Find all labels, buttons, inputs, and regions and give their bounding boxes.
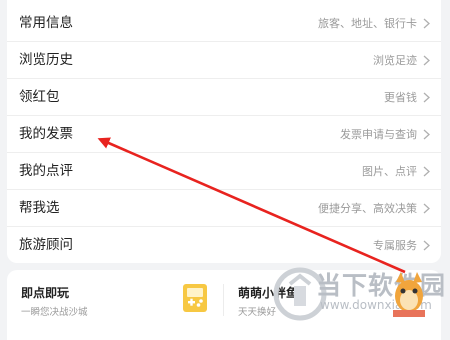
mini-game-subtitle: 一瞬您决战沙城 [21,307,88,318]
menu-item-description: 旅客、地址、银行卡 [318,17,417,30]
menu-item-my-reviews[interactable]: 我的点评 图片、点评 [7,153,441,190]
mini-game-title: 即点即玩 [21,286,70,300]
menu-item-description: 图片、点评 [362,165,417,178]
mini-game-subtitle: 天天换好 [238,307,277,318]
menu-item-my-invoices[interactable]: 我的发票 发票申请与查询 [7,116,441,153]
chevron-right-icon [423,92,430,103]
menu-item-title: 领红包 [19,89,60,105]
profile-menu-list: 常用信息 旅客、地址、银行卡 浏览历史 浏览足迹 领红包 更省钱 我的发票 发票… [7,0,441,263]
chevron-right-icon [423,203,430,214]
mini-game-instant-play[interactable]: 即点即玩 一瞬您决战沙城 [7,270,223,330]
menu-item-description: 发票申请与查询 [340,128,417,141]
menu-item-help-me-choose[interactable]: 帮我选 便捷分享、高效决策 [7,190,441,227]
chevron-right-icon [423,166,430,177]
chevron-right-icon [423,240,430,251]
menu-item-description: 更省钱 [384,91,417,104]
menu-item-title: 我的点评 [19,163,73,179]
menu-item-description: 专属服务 [373,239,417,252]
menu-item-title: 常用信息 [19,15,73,31]
menu-item-title: 帮我选 [19,200,60,216]
menu-item-travel-advisor[interactable]: 旅游顾问 专属服务 [7,227,441,263]
menu-item-title: 旅游顾问 [19,237,73,253]
chevron-right-icon [423,18,430,29]
mini-game-cute-fish[interactable]: 萌萌小胖鱼 天天换好 [224,270,441,330]
menu-item-browse-history[interactable]: 浏览历史 浏览足迹 [7,42,441,79]
chevron-right-icon [423,129,430,140]
menu-item-common-info[interactable]: 常用信息 旅客、地址、银行卡 [7,5,441,42]
game-console-icon [183,284,207,312]
chevron-right-icon [423,55,430,66]
menu-item-description: 便捷分享、高效决策 [318,202,417,215]
menu-item-title: 我的发票 [19,126,73,142]
menu-item-title: 浏览历史 [19,52,73,68]
menu-item-red-packet[interactable]: 领红包 更省钱 [7,79,441,116]
mini-game-title: 萌萌小胖鱼 [238,286,299,300]
menu-item-description: 浏览足迹 [373,54,417,67]
